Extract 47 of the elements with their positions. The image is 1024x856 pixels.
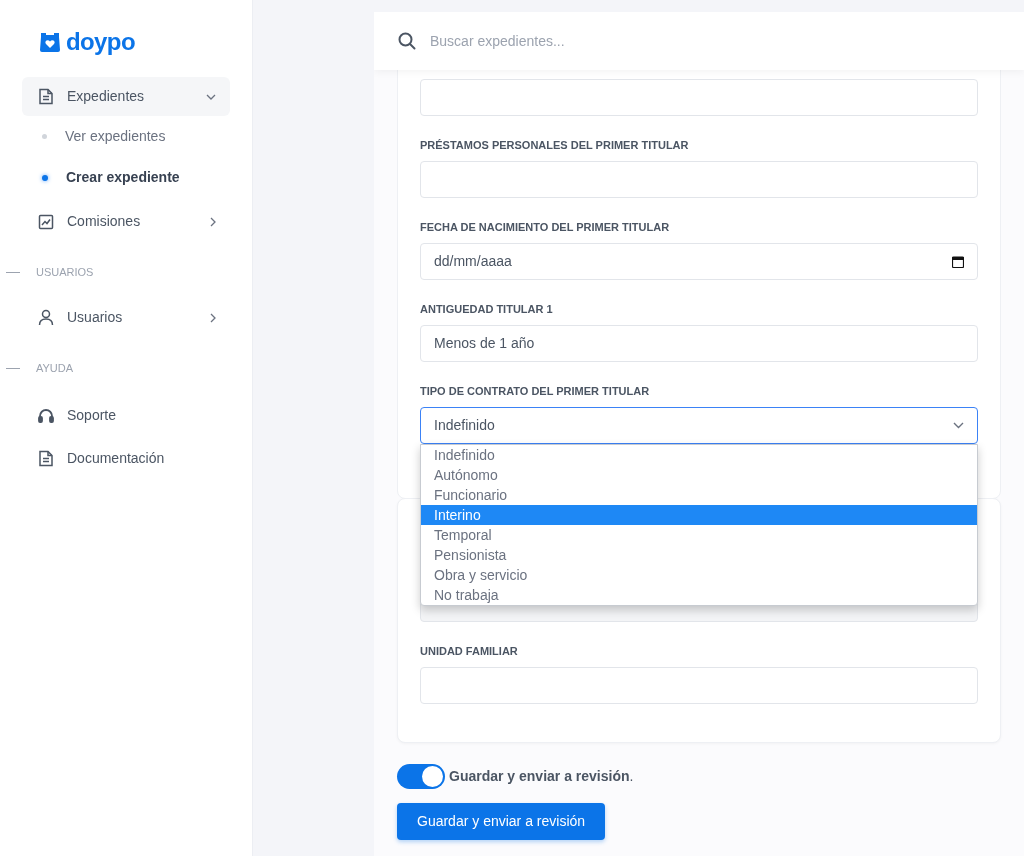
headset-icon: [38, 407, 54, 424]
search-field[interactable]: Buscar expedientes...: [374, 12, 1024, 70]
submenu-item[interactable]: Crear expediente: [0, 157, 252, 198]
toggle-switch[interactable]: [397, 764, 445, 789]
dropdown-option[interactable]: Interino: [421, 505, 977, 525]
sidebar-item[interactable]: Documentación: [22, 437, 230, 480]
input-field[interactable]: Menos de 1 año: [420, 325, 978, 362]
sidebar-item[interactable]: Usuarios: [22, 298, 230, 337]
section-heading: AYUDA: [36, 360, 74, 376]
field-label: TIPO DE CONTRATO DEL PRIMER TITULAR: [420, 384, 651, 398]
bullet-icon: [42, 134, 47, 139]
document-icon: [38, 450, 54, 467]
field-label: FECHA DE NACIMIENTO DEL PRIMER TITULAR: [420, 220, 671, 234]
submit-button[interactable]: Guardar y enviar a revisión: [397, 803, 606, 840]
logo[interactable]: doypo: [66, 30, 135, 54]
chevron-down-icon: [206, 93, 216, 100]
chart-icon: [38, 213, 54, 230]
input-field[interactable]: [420, 667, 978, 704]
select-field[interactable]: Indefinido: [420, 407, 978, 444]
document-icon: [38, 88, 54, 105]
sidebar-item[interactable]: Soporte: [22, 394, 230, 437]
sidebar-item[interactable]: Expedientes: [22, 77, 230, 116]
field-label: ANTIGUEDAD TITULAR 1: [420, 302, 554, 316]
dropdown-option[interactable]: Temporal: [421, 525, 977, 545]
chevron-right-icon: [210, 216, 216, 227]
search-icon: [398, 32, 416, 50]
input-field[interactable]: [420, 79, 978, 116]
field-label: PRÉSTAMOS PERSONALES DEL PRIMER TITULAR: [420, 138, 690, 152]
dropdown-option[interactable]: Indefinido: [421, 445, 977, 465]
date-field[interactable]: dd/mm/aaaa: [420, 243, 978, 280]
submenu-item[interactable]: Ver expedientes: [0, 116, 252, 157]
dropdown-option[interactable]: No trabaja: [421, 585, 977, 605]
dropdown-option[interactable]: Funcionario: [421, 485, 977, 505]
user-icon: [38, 309, 54, 326]
input-field[interactable]: [420, 161, 978, 198]
dropdown-option[interactable]: Autónomo: [421, 465, 977, 485]
calendar-icon: [952, 255, 964, 268]
logo-icon: [38, 31, 62, 53]
sidebar-item[interactable]: Comisiones: [22, 202, 230, 241]
dropdown-option[interactable]: Obra y servicio: [421, 565, 977, 585]
chevron-down-icon: [953, 422, 964, 429]
section-heading: USUARIOS: [36, 264, 94, 280]
toggle-label: Guardar y enviar a revisión.: [449, 767, 634, 786]
chevron-right-icon: [210, 312, 216, 323]
bullet-icon: [42, 174, 48, 181]
field-label: UNIDAD FAMILIAR: [420, 644, 519, 658]
dropdown-option[interactable]: Pensionista: [421, 545, 977, 565]
